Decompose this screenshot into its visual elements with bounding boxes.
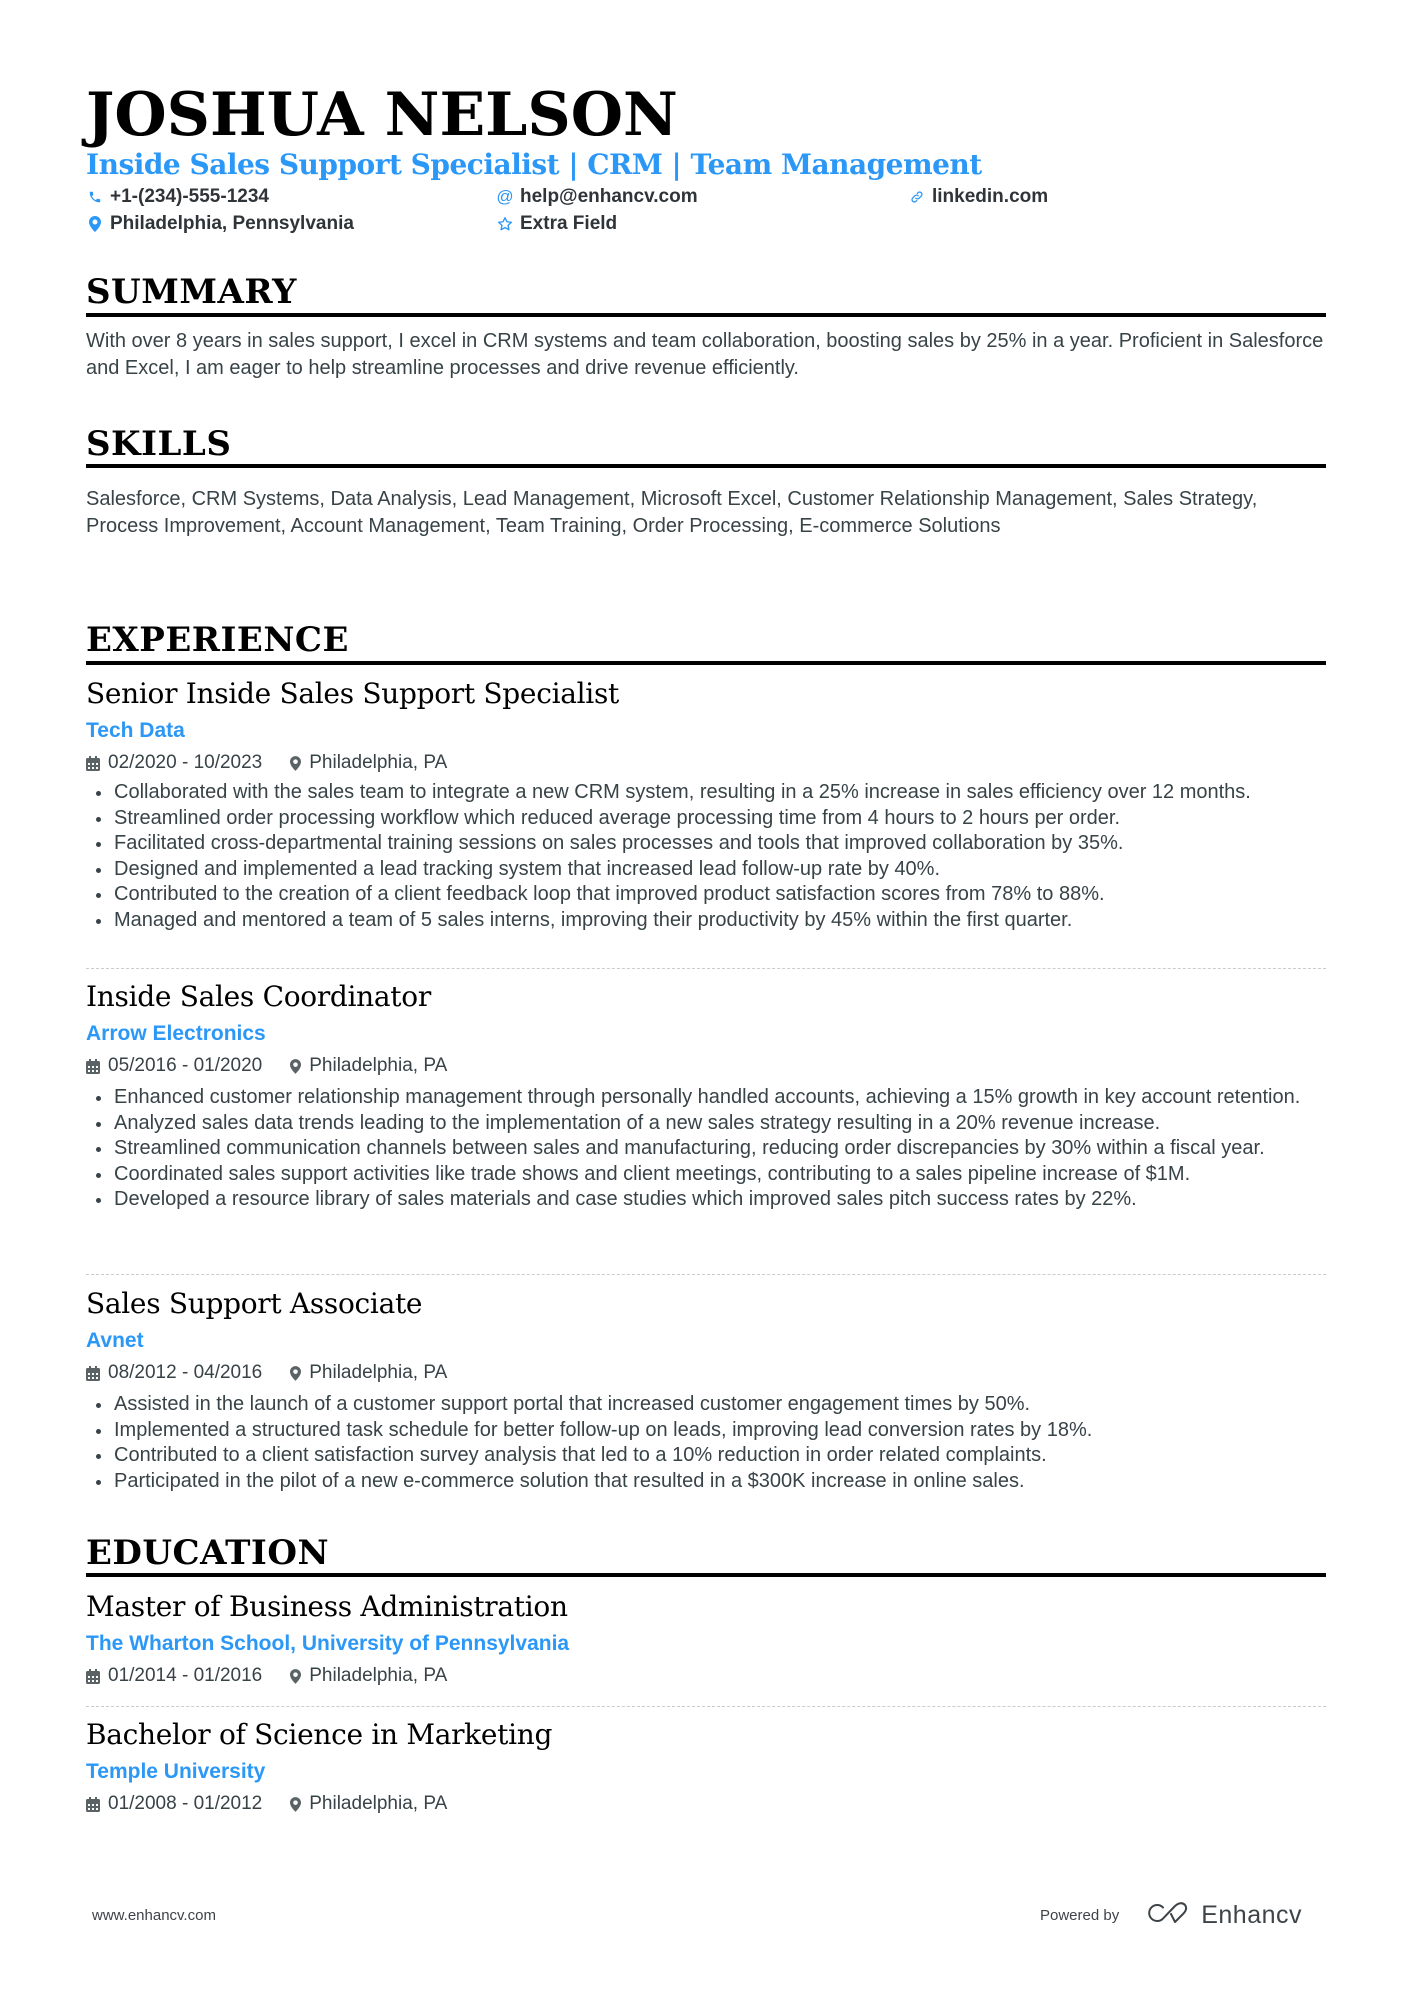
company-name: Avnet bbox=[86, 1329, 144, 1352]
contact-text: help@enhancv.com bbox=[520, 186, 698, 207]
summary-text: With over 8 years in sales support, I ex… bbox=[86, 330, 1324, 379]
bullet-item: Facilitated cross-departmental training … bbox=[86, 831, 1326, 857]
job-dates: 02/2020 - 10/2023 bbox=[108, 752, 263, 773]
section-divider bbox=[86, 661, 1326, 665]
contact-text: +1-(234)-555-1234 bbox=[110, 186, 269, 207]
education-meta: 01/2014 - 01/2016 Philadelphia, PA bbox=[86, 1664, 447, 1688]
section-title-summary: SUMMARY bbox=[86, 272, 297, 312]
job-meta: 05/2016 - 01/2020 Philadelphia, PA bbox=[86, 1054, 447, 1078]
calendar-icon bbox=[86, 755, 100, 771]
brand-name: Enhancv bbox=[1201, 1900, 1303, 1929]
job-meta: 02/2020 - 10/2023 Philadelphia, PA bbox=[86, 751, 447, 775]
bullet-item: Designed and implemented a lead tracking… bbox=[86, 857, 1326, 883]
bullet-item: Developed a resource library of sales ma… bbox=[86, 1187, 1326, 1213]
bullet-item: Analyzed sales data trends leading to th… bbox=[86, 1111, 1326, 1137]
bullet-item: Implemented a structured task schedule f… bbox=[86, 1418, 1326, 1444]
bullet-item: Contributed to a client satisfaction sur… bbox=[86, 1443, 1326, 1469]
job-location: Philadelphia, PA bbox=[309, 752, 448, 773]
phone-icon bbox=[86, 187, 104, 207]
section-divider bbox=[86, 464, 1326, 468]
degree-title: Master of Business Administration bbox=[86, 1590, 568, 1623]
bullet-item: Streamlined order processing workflow wh… bbox=[86, 806, 1326, 832]
contact-linkedin[interactable]: linkedin.com bbox=[908, 185, 1048, 209]
at-icon: @ bbox=[496, 187, 514, 206]
education-location: Philadelphia, PA bbox=[309, 1665, 448, 1686]
location-pin-icon bbox=[290, 1668, 302, 1684]
job-title: Sales Support Associate bbox=[86, 1287, 423, 1320]
link-icon bbox=[908, 187, 926, 207]
entry-separator bbox=[86, 1706, 1326, 1707]
location-pin-icon bbox=[290, 1365, 302, 1381]
location-pin-icon bbox=[290, 755, 302, 771]
location-pin-icon bbox=[86, 214, 104, 234]
powered-by-label: Powered by bbox=[1040, 1906, 1120, 1924]
bullet-item: Contributed to the creation of a client … bbox=[86, 882, 1326, 908]
calendar-icon bbox=[86, 1058, 100, 1074]
contact-phone[interactable]: +1-(234)-555-1234 bbox=[86, 185, 269, 209]
bullet-item: Coordinated sales support activities lik… bbox=[86, 1162, 1326, 1188]
contact-text: Extra Field bbox=[520, 213, 618, 234]
section-title-experience: EXPERIENCE bbox=[86, 620, 349, 660]
contact-text: Philadelphia, Pennsylvania bbox=[110, 213, 354, 234]
job-bullets: Assisted in the launch of a customer sup… bbox=[86, 1392, 1326, 1494]
education-location: Philadelphia, PA bbox=[309, 1793, 448, 1814]
school-name: Temple University bbox=[86, 1760, 266, 1783]
job-dates: 08/2012 - 04/2016 bbox=[108, 1362, 263, 1383]
job-bullets: Enhanced customer relationship managemen… bbox=[86, 1085, 1326, 1213]
bullet-item: Participated in the pilot of a new e-com… bbox=[86, 1469, 1326, 1495]
candidate-headline: Inside Sales Support Specialist | CRM | … bbox=[86, 148, 982, 181]
job-bullets: Collaborated with the sales team to inte… bbox=[86, 780, 1326, 934]
job-title: Senior Inside Sales Support Specialist bbox=[86, 677, 619, 710]
calendar-icon bbox=[86, 1365, 100, 1381]
company-name: Tech Data bbox=[86, 719, 185, 742]
footer-website-link[interactable]: www.enhancv.com bbox=[92, 1907, 216, 1924]
job-location: Philadelphia, PA bbox=[309, 1055, 448, 1076]
contact-text: linkedin.com bbox=[932, 186, 1049, 207]
enhancv-logo-icon bbox=[1147, 1901, 1191, 1930]
section-divider bbox=[86, 1573, 1326, 1577]
bullet-item: Streamlined communication channels betwe… bbox=[86, 1136, 1326, 1162]
section-title-skills: SKILLS bbox=[86, 424, 232, 464]
section-divider bbox=[86, 313, 1326, 317]
star-icon bbox=[496, 214, 514, 234]
entry-separator bbox=[86, 1274, 1326, 1275]
entry-separator bbox=[86, 968, 1326, 969]
education-dates: 01/2008 - 01/2012 bbox=[108, 1793, 263, 1814]
calendar-icon bbox=[86, 1668, 100, 1684]
section-title-education: EDUCATION bbox=[86, 1533, 330, 1573]
contact-location: Philadelphia, Pennsylvania bbox=[86, 212, 354, 236]
bullet-item: Enhanced customer relationship managemen… bbox=[86, 1085, 1326, 1111]
location-pin-icon bbox=[290, 1796, 302, 1812]
bullet-item: Collaborated with the sales team to inte… bbox=[86, 780, 1326, 806]
education-dates: 01/2014 - 01/2016 bbox=[108, 1665, 263, 1686]
job-dates: 05/2016 - 01/2020 bbox=[108, 1055, 263, 1076]
job-meta: 08/2012 - 04/2016 Philadelphia, PA bbox=[86, 1361, 447, 1385]
school-name: The Wharton School, University of Pennsy… bbox=[86, 1632, 570, 1655]
education-meta: 01/2008 - 01/2012 Philadelphia, PA bbox=[86, 1792, 447, 1816]
job-title: Inside Sales Coordinator bbox=[86, 980, 431, 1013]
calendar-icon bbox=[86, 1796, 100, 1812]
candidate-name: JOSHUA NELSON bbox=[86, 80, 678, 150]
contact-email[interactable]: @ help@enhancv.com bbox=[496, 185, 698, 209]
contact-extra-field: Extra Field bbox=[496, 212, 617, 236]
company-name: Arrow Electronics bbox=[86, 1022, 266, 1045]
bullet-item: Managed and mentored a team of 5 sales i… bbox=[86, 908, 1326, 934]
skills-text: Salesforce, CRM Systems, Data Analysis, … bbox=[86, 488, 1258, 537]
location-pin-icon bbox=[290, 1058, 302, 1074]
degree-title: Bachelor of Science in Marketing bbox=[86, 1718, 553, 1751]
footer-branding[interactable]: Powered by Enhancv bbox=[1040, 1900, 1302, 1930]
job-location: Philadelphia, PA bbox=[309, 1362, 448, 1383]
bullet-item: Assisted in the launch of a customer sup… bbox=[86, 1392, 1326, 1418]
